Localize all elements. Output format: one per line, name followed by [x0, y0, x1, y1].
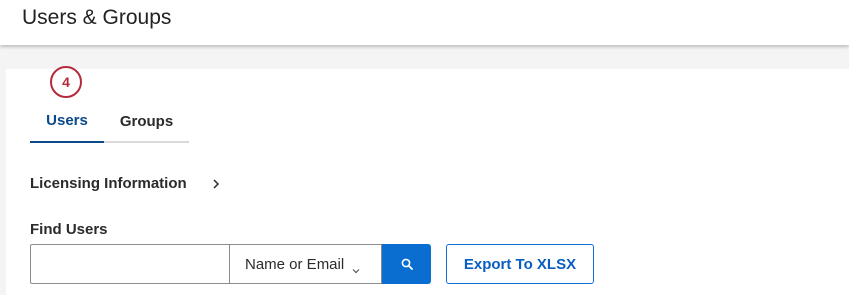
page-header: Users & Groups: [0, 0, 849, 45]
find-users-label: Find Users: [30, 221, 108, 238]
export-to-xlsx-button[interactable]: Export To XLSX: [446, 244, 594, 284]
search-by-value: Name or Email: [245, 255, 345, 273]
search-by-select[interactable]: Name or Email: [229, 244, 382, 284]
search-button[interactable]: [382, 244, 431, 284]
licensing-information-label: Licensing Information: [30, 174, 187, 192]
licensing-information-link[interactable]: Licensing Information: [30, 172, 221, 194]
search-icon: [401, 258, 413, 270]
search-input[interactable]: [30, 244, 229, 284]
chevron-right-icon: [211, 177, 221, 189]
tab-groups[interactable]: Groups: [104, 100, 189, 143]
page-title: Users & Groups: [22, 6, 172, 29]
step-number-badge: 4: [50, 66, 82, 98]
tab-users[interactable]: Users: [30, 100, 104, 143]
tab-bar: Users Groups: [30, 100, 189, 143]
chevron-down-icon: [352, 261, 360, 274]
